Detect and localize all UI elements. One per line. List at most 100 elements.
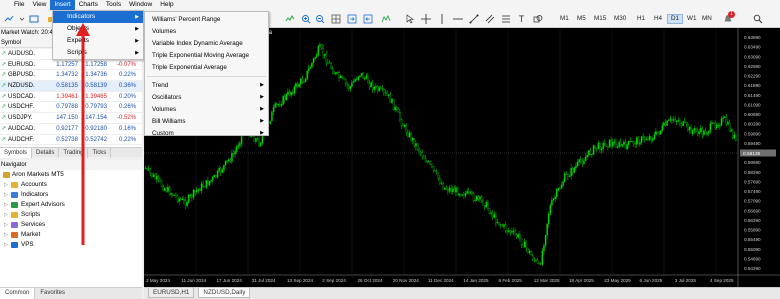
insert-menu-item-experts[interactable]: Experts ▶ [53, 35, 143, 47]
navigator-item[interactable]: Aron Markets MT5 [0, 170, 142, 180]
navigator-item[interactable]: ▷ Scripts [0, 210, 142, 220]
indicator-menu-item[interactable]: Triple Exponential Moving Average [145, 50, 268, 62]
indicator-category-item[interactable]: Trend ▶ [145, 80, 268, 92]
horizontal-line-icon[interactable] [452, 13, 463, 24]
timeframe-m1[interactable]: M1 [557, 14, 572, 24]
indicator-category-item[interactable]: Bill Williams ▶ [145, 116, 268, 128]
indicator-category-item[interactable]: Oscillators ▶ [145, 92, 268, 104]
insert-menu-item-scripts[interactable]: Scripts ▶ [53, 47, 143, 59]
market-watch-row[interactable]: ↗ NZDUSD. 0.58135 0.58139 0.36% [0, 81, 142, 92]
trendline-icon[interactable] [468, 13, 479, 24]
market-watch-row[interactable]: ↗ USDCHF. 0.79788 0.79793 0.26% [0, 102, 142, 114]
menu-view[interactable]: View [28, 0, 50, 10]
tab-ticks[interactable]: Ticks [88, 148, 112, 158]
candle-body [397, 109, 400, 113]
expand-icon[interactable]: ▷ [4, 240, 8, 250]
zoom-out-icon[interactable] [314, 13, 325, 24]
market-watch-row[interactable]: ↗ GBPUSD. 1.34732 1.34736 0.22% [0, 70, 142, 82]
menu-tools[interactable]: Tools [102, 0, 125, 10]
candle-body [309, 67, 312, 69]
time-axis-label: 14 Jan 2025 [463, 278, 489, 283]
line-chart-icon[interactable] [284, 13, 295, 24]
candle-body [452, 189, 454, 192]
navigator-item[interactable]: ▷ VPS [0, 240, 142, 250]
chart-tab[interactable]: NZDUSD,Daily [198, 288, 251, 298]
market-watch-row[interactable]: ↗ EURUSD. 1.17257 1.17258 -0.07% [0, 60, 142, 71]
expand-icon[interactable]: ▷ [4, 210, 8, 220]
insert-menu-item-objects[interactable]: Objects ▶ [53, 23, 143, 35]
line-tool-icon[interactable] [3, 13, 14, 24]
indicator-menu-item[interactable]: Williams' Percent Range [145, 14, 268, 26]
dropdown-arrow-icon[interactable] [16, 13, 27, 24]
crosshair-icon[interactable] [420, 13, 431, 24]
vertical-line-icon[interactable] [436, 13, 447, 24]
candle-body [448, 187, 451, 192]
indicator-menu-item[interactable]: Variable Index Dynamic Average [145, 38, 268, 50]
market-watch-row[interactable]: ↗ USDJPY. 147.150 147.154 -0.52% [0, 113, 142, 124]
channel-icon[interactable] [484, 13, 495, 24]
cursor-icon[interactable] [404, 13, 415, 24]
bid-price: 1.39461 [56, 93, 78, 100]
timeframe-d1[interactable]: D1 [667, 14, 684, 24]
candle-body [645, 139, 648, 141]
shapes-icon[interactable] [532, 13, 543, 24]
expand-icon[interactable]: ▷ [4, 200, 8, 210]
timeframe-m15[interactable]: M15 [591, 14, 609, 24]
candle-body [556, 189, 558, 198]
search-icon[interactable] [752, 13, 763, 24]
candle-body [410, 132, 412, 141]
market-watch-row[interactable]: ↗ AUDCHF. 0.52738 0.52742 0.22% [0, 135, 142, 146]
insert-menu-item-indicators[interactable]: Indicators ▶ [53, 11, 143, 23]
timeframe-w1[interactable]: W1 [684, 14, 699, 24]
zoom-in-icon[interactable] [300, 13, 311, 24]
fibonacci-icon[interactable] [500, 13, 511, 24]
indicator-menu-item[interactable]: Triple Exponential Average [145, 62, 268, 74]
market-watch-row[interactable]: ↗ AUDCAD. 0.92177 0.92180 0.16% [0, 124, 142, 135]
tab-common[interactable]: Common [0, 288, 36, 299]
expand-icon[interactable]: ▷ [4, 220, 8, 230]
indicator-list-icon[interactable] [380, 13, 391, 24]
menu-file[interactable]: File [10, 0, 28, 10]
ask-price: 147.154 [85, 115, 107, 122]
menu-charts[interactable]: Charts [75, 0, 102, 10]
tab-symbols[interactable]: Symbols [0, 148, 33, 158]
text-icon[interactable]: T [516, 13, 527, 24]
menu-insert[interactable]: Insert [50, 0, 75, 10]
navigator-item[interactable]: ▷ Indicators [0, 190, 142, 200]
timeframe-h1[interactable]: H1 [634, 14, 648, 24]
indicator-category-item[interactable]: Custom ▶ [145, 128, 268, 140]
chart-tab[interactable]: EURUSD,H1 [148, 288, 195, 298]
expand-icon[interactable]: ▷ [4, 190, 8, 200]
market-watch-row[interactable]: ↗ USDCAD. 1.39461 1.39465 0.20% [0, 92, 142, 103]
chart-dropdown-icon[interactable] [28, 13, 39, 24]
menu-window[interactable]: Window [125, 0, 156, 10]
autoscroll-icon[interactable] [346, 13, 357, 24]
indicator-menu-item[interactable]: Volumes [145, 26, 268, 38]
timeframe-m5[interactable]: M5 [574, 14, 589, 24]
navigator-item[interactable]: ▷ Expert Advisors [0, 200, 142, 210]
candle-body [180, 198, 182, 200]
expand-icon[interactable]: ▷ [4, 230, 8, 240]
navigator-item[interactable]: ▷ Accounts [0, 180, 142, 190]
tab-trading[interactable]: Trading [59, 148, 89, 158]
notifications-icon[interactable]: 1 [722, 11, 735, 24]
candle-body [352, 81, 355, 83]
menu-help[interactable]: Help [156, 0, 177, 10]
candle-body [154, 174, 156, 180]
expand-icon[interactable]: ▷ [4, 180, 8, 190]
indicator-category-item[interactable]: Volumes ▶ [145, 104, 268, 116]
timeframe-h4[interactable]: H4 [651, 14, 665, 24]
navigator-item[interactable]: ▷ Services [0, 220, 142, 230]
navigator-item[interactable]: ▷ Market [0, 230, 142, 240]
grid-icon[interactable] [330, 13, 341, 24]
timeframe-mn[interactable]: MN [699, 14, 715, 24]
tab-details[interactable]: Details [32, 148, 60, 158]
chart-shift-icon[interactable] [362, 13, 373, 24]
menu-bar: File View Insert Charts Tools Window Help [0, 0, 780, 10]
candle-body [220, 168, 222, 173]
submenu-arrow-icon: ▶ [135, 38, 139, 44]
timeframe-m30[interactable]: M30 [611, 14, 629, 24]
tab-favorites[interactable]: Favorites [35, 288, 70, 299]
price-axis-label: 0.59890 [744, 131, 761, 136]
candle-body [562, 181, 564, 186]
